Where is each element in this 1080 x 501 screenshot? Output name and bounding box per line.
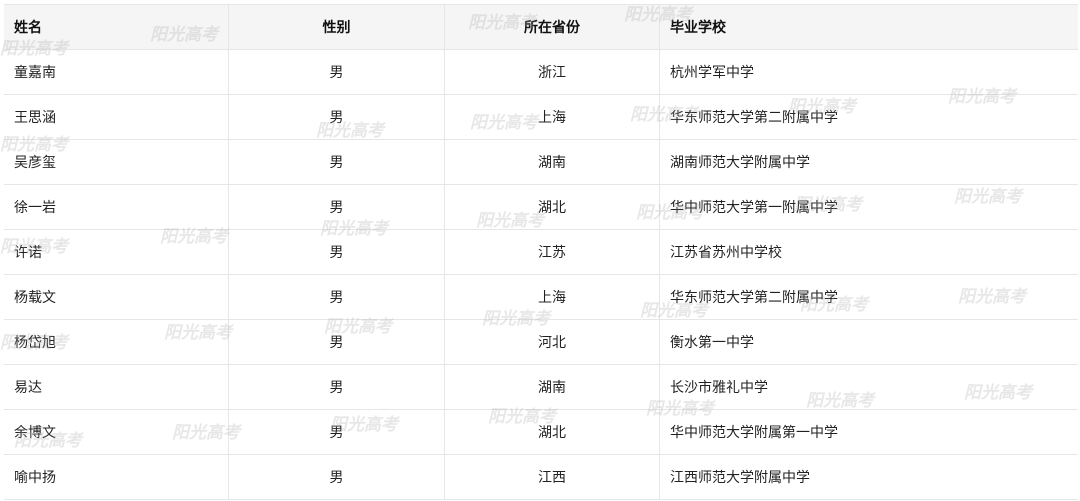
header-name: 姓名 [4,4,229,50]
cell-school: 华东师范大学第二附属中学 [659,94,1078,140]
cell-school: 湖南师范大学附属中学 [659,139,1078,185]
table-row: 杨载文 男 上海 华东师范大学第二附属中学 [4,274,1078,320]
cell-school: 长沙市雅礼中学 [659,364,1078,410]
cell-school: 华中师范大学附属第一中学 [659,409,1078,455]
table-row: 杨岱旭 男 河北 衡水第一中学 [4,319,1078,365]
cell-province: 湖南 [444,139,660,185]
cell-province: 江苏 [444,229,660,275]
table-row: 易达 男 湖南 长沙市雅礼中学 [4,364,1078,410]
cell-gender: 男 [228,364,445,410]
cell-province: 湖北 [444,184,660,230]
cell-school: 江西师范大学附属中学 [659,454,1078,500]
cell-school: 杭州学军中学 [659,49,1078,95]
cell-gender: 男 [228,184,445,230]
cell-gender: 男 [228,139,445,185]
document-page: 姓名 性别 所在省份 毕业学校 童嘉南 男 浙江 杭州学军中学 王思涵 男 上海… [0,0,1080,501]
table-row: 许诺 男 江苏 江苏省苏州中学校 [4,229,1078,275]
cell-name: 吴彦玺 [4,139,229,185]
cell-school: 华中师范大学第一附属中学 [659,184,1078,230]
cell-gender: 男 [228,319,445,365]
cell-school: 华东师范大学第二附属中学 [659,274,1078,320]
table-row: 徐一岩 男 湖北 华中师范大学第一附属中学 [4,184,1078,230]
table-header-row: 姓名 性别 所在省份 毕业学校 [4,4,1078,50]
cell-name: 杨载文 [4,274,229,320]
cell-name: 杨岱旭 [4,319,229,365]
cell-province: 浙江 [444,49,660,95]
cell-school: 江苏省苏州中学校 [659,229,1078,275]
cell-name: 易达 [4,364,229,410]
cell-name: 徐一岩 [4,184,229,230]
header-province: 所在省份 [444,4,660,50]
cell-gender: 男 [228,49,445,95]
student-table: 姓名 性别 所在省份 毕业学校 童嘉南 男 浙江 杭州学军中学 王思涵 男 上海… [4,4,1078,500]
cell-gender: 男 [228,409,445,455]
cell-province: 上海 [444,274,660,320]
cell-name: 童嘉南 [4,49,229,95]
cell-province: 上海 [444,94,660,140]
cell-gender: 男 [228,274,445,320]
cell-gender: 男 [228,454,445,500]
cell-name: 许诺 [4,229,229,275]
table-row: 童嘉南 男 浙江 杭州学军中学 [4,49,1078,95]
header-school: 毕业学校 [659,4,1078,50]
cell-name: 王思涵 [4,94,229,140]
table-row: 吴彦玺 男 湖南 湖南师范大学附属中学 [4,139,1078,185]
cell-name: 喻中扬 [4,454,229,500]
table-row: 王思涵 男 上海 华东师范大学第二附属中学 [4,94,1078,140]
cell-school: 衡水第一中学 [659,319,1078,365]
header-gender: 性别 [228,4,445,50]
table-row: 余博文 男 湖北 华中师范大学附属第一中学 [4,409,1078,455]
table-row: 喻中扬 男 江西 江西师范大学附属中学 [4,454,1078,500]
cell-province: 江西 [444,454,660,500]
cell-gender: 男 [228,94,445,140]
cell-province: 湖北 [444,409,660,455]
cell-province: 河北 [444,319,660,365]
cell-province: 湖南 [444,364,660,410]
cell-gender: 男 [228,229,445,275]
cell-name: 余博文 [4,409,229,455]
